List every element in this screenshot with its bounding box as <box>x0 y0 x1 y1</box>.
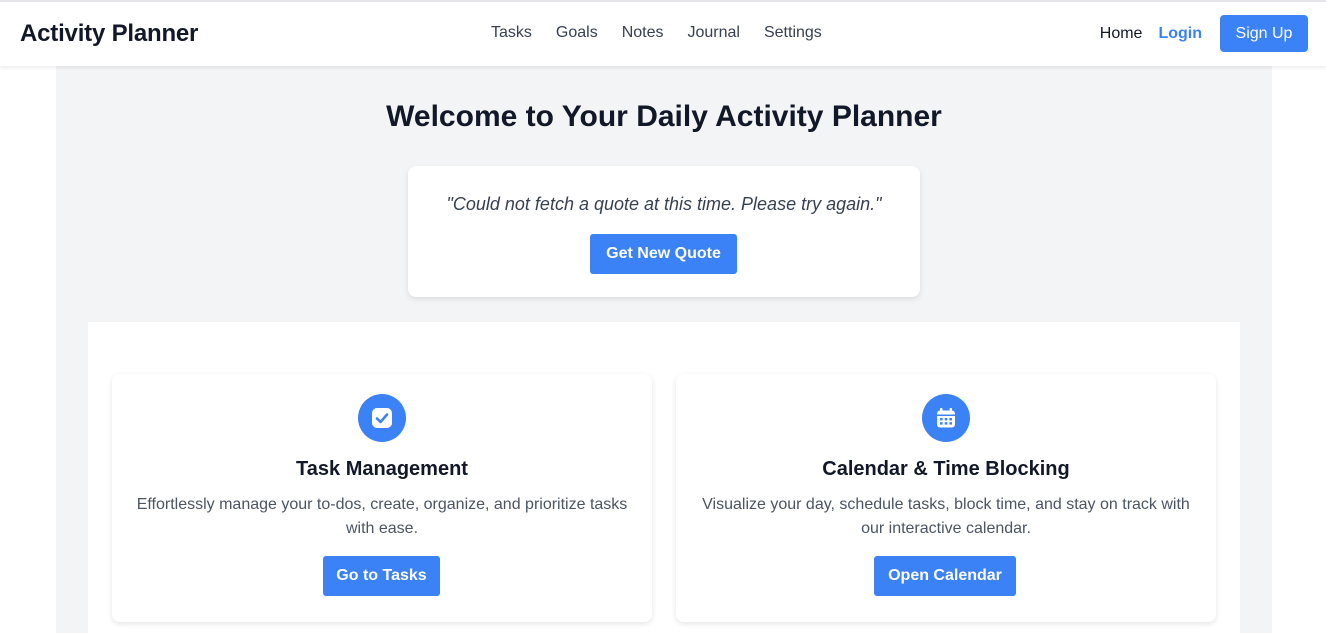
navbar: Activity Planner Tasks Goals Notes Journ… <box>0 2 1326 66</box>
feature-card-calendar: Calendar & Time Blocking Visualize your … <box>676 374 1216 622</box>
nav-actions: Home Login Sign Up <box>1100 15 1308 52</box>
main-content: Welcome to Your Daily Activity Planner "… <box>56 66 1272 633</box>
signup-button[interactable]: Sign Up <box>1220 15 1308 52</box>
feature-description: Effortlessly manage your to-dos, create,… <box>136 496 628 537</box>
login-link[interactable]: Login <box>1158 25 1202 43</box>
nav-links: Tasks Goals Notes Journal Settings <box>491 24 822 42</box>
feature-title: Calendar & Time Blocking <box>822 458 1070 480</box>
feature-title: Task Management <box>296 458 468 480</box>
app-title[interactable]: Activity Planner <box>20 20 198 48</box>
page-title: Welcome to Your Daily Activity Planner <box>386 100 942 133</box>
open-calendar-button[interactable]: Open Calendar <box>874 556 1016 596</box>
features-section: Task Management Effortlessly manage your… <box>88 322 1240 633</box>
quote-card: "Could not fetch a quote at this time. P… <box>408 166 920 297</box>
nav-link-tasks[interactable]: Tasks <box>491 24 532 42</box>
go-to-tasks-button[interactable]: Go to Tasks <box>323 556 440 596</box>
get-new-quote-button[interactable]: Get New Quote <box>590 234 737 274</box>
check-circle-icon <box>358 394 406 442</box>
quote-text: "Could not fetch a quote at this time. P… <box>446 194 882 214</box>
calendar-icon <box>922 394 970 442</box>
nav-link-settings[interactable]: Settings <box>764 24 822 42</box>
feature-description: Visualize your day, schedule tasks, bloc… <box>702 496 1190 537</box>
feature-card-tasks: Task Management Effortlessly manage your… <box>112 374 652 622</box>
nav-link-notes[interactable]: Notes <box>622 24 664 42</box>
nav-link-goals[interactable]: Goals <box>556 24 598 42</box>
home-link[interactable]: Home <box>1100 25 1143 43</box>
nav-link-journal[interactable]: Journal <box>688 24 740 42</box>
